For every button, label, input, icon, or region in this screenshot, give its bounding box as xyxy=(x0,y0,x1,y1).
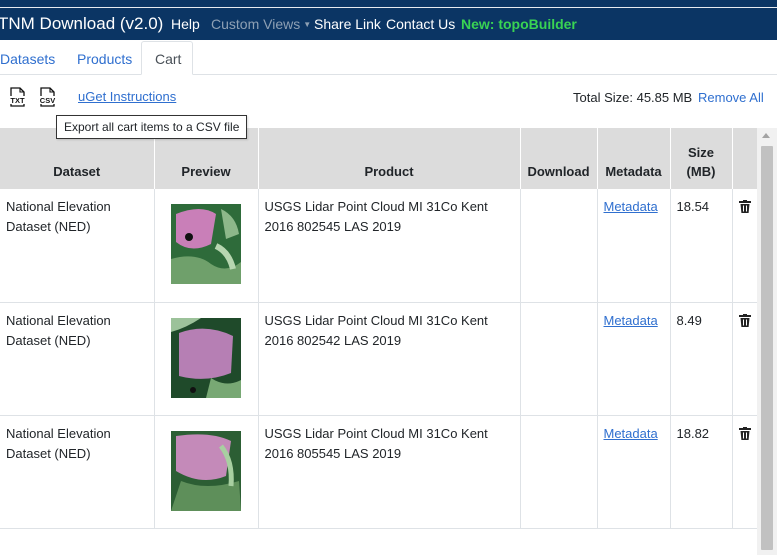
remove-item-cell xyxy=(732,415,757,529)
app-brand-title[interactable]: TNM Download (v2.0) xyxy=(0,14,163,34)
remove-item-cell xyxy=(732,189,757,303)
download-cell xyxy=(520,302,598,416)
chevron-down-icon: ▼ xyxy=(303,20,312,29)
metadata-link[interactable]: Metadata xyxy=(604,426,658,441)
uget-instructions-link[interactable]: uGet Instructions xyxy=(78,89,176,104)
navbar-top-divider xyxy=(0,7,777,8)
preview-cell xyxy=(154,302,259,416)
size-cell: 18.82 xyxy=(670,415,733,529)
header-download: Download xyxy=(520,128,598,189)
table-row: National Elevation Dataset (NED) USGS Li… xyxy=(0,415,757,529)
csv-export-tooltip: Export all cart items to a CSV file xyxy=(56,115,248,139)
csv-icon-label: CSV xyxy=(40,96,55,105)
nav-contact-us-link[interactable]: Contact Us xyxy=(386,16,455,32)
trash-icon[interactable] xyxy=(738,200,751,213)
nav-custom-views-dropdown[interactable]: Custom Views ▼ xyxy=(211,16,311,32)
preview-cell xyxy=(154,415,259,529)
header-actions xyxy=(732,128,757,189)
total-size-label: Total Size: 45.85 MB xyxy=(573,90,693,105)
metadata-link[interactable]: Metadata xyxy=(604,313,658,328)
metadata-link[interactable]: Metadata xyxy=(604,199,658,214)
product-cell: USGS Lidar Point Cloud MI 31Co Kent 2016… xyxy=(258,189,521,303)
lidar-preview-thumbnail[interactable] xyxy=(171,430,241,511)
scrollbar-thumb[interactable] xyxy=(761,146,773,550)
preview-cell xyxy=(154,189,259,303)
download-cell xyxy=(520,189,598,303)
export-txt-icon[interactable]: TXT xyxy=(8,87,27,107)
top-navbar: TNM Download (v2.0) Help Custom Views ▼ S… xyxy=(0,0,777,40)
table-row: National Elevation Dataset (NED) USGS Li… xyxy=(0,302,757,416)
dataset-cell: National Elevation Dataset (NED) xyxy=(0,302,155,416)
dataset-cell: National Elevation Dataset (NED) xyxy=(0,189,155,303)
custom-views-label: Custom Views xyxy=(211,16,301,32)
vertical-scrollbar[interactable] xyxy=(757,128,777,555)
tab-cart[interactable]: Cart xyxy=(155,51,181,67)
trash-icon[interactable] xyxy=(738,313,751,327)
lidar-preview-thumbnail[interactable] xyxy=(171,204,241,284)
metadata-cell: Metadata xyxy=(597,415,671,529)
download-cell xyxy=(520,415,598,529)
table-row: National Elevation Dataset (NED) USGS Li… xyxy=(0,189,757,303)
header-product[interactable]: Product xyxy=(258,128,521,189)
trash-icon[interactable] xyxy=(738,426,751,440)
remove-item-cell xyxy=(732,302,757,416)
cart-table-container: Dataset Preview Product Download Metadat… xyxy=(0,128,757,555)
product-cell: USGS Lidar Point Cloud MI 31Co Kent 2016… xyxy=(258,415,521,529)
product-cell: USGS Lidar Point Cloud MI 31Co Kent 2016… xyxy=(258,302,521,416)
scroll-up-arrow-icon[interactable] xyxy=(762,133,770,138)
dataset-cell: National Elevation Dataset (NED) xyxy=(0,415,155,529)
nav-topobuilder-link[interactable]: New: topoBuilder xyxy=(461,16,577,32)
nav-help-link[interactable]: Help xyxy=(171,16,200,32)
txt-icon-label: TXT xyxy=(10,96,25,105)
export-csv-icon[interactable]: CSV xyxy=(38,87,57,107)
remove-all-button[interactable]: Remove All xyxy=(698,90,764,105)
size-cell: 18.54 xyxy=(670,189,733,303)
metadata-cell: Metadata xyxy=(597,189,671,303)
header-metadata: Metadata xyxy=(597,128,671,189)
tab-products[interactable]: Products xyxy=(77,51,132,67)
lidar-preview-thumbnail[interactable] xyxy=(171,317,241,398)
metadata-cell: Metadata xyxy=(597,302,671,416)
header-size[interactable]: Size (MB) xyxy=(670,128,733,189)
size-cell: 8.49 xyxy=(670,302,733,416)
tab-datasets[interactable]: Datasets xyxy=(0,51,55,67)
cart-table: Dataset Preview Product Download Metadat… xyxy=(0,128,757,529)
nav-share-link[interactable]: Share Link xyxy=(314,16,381,32)
